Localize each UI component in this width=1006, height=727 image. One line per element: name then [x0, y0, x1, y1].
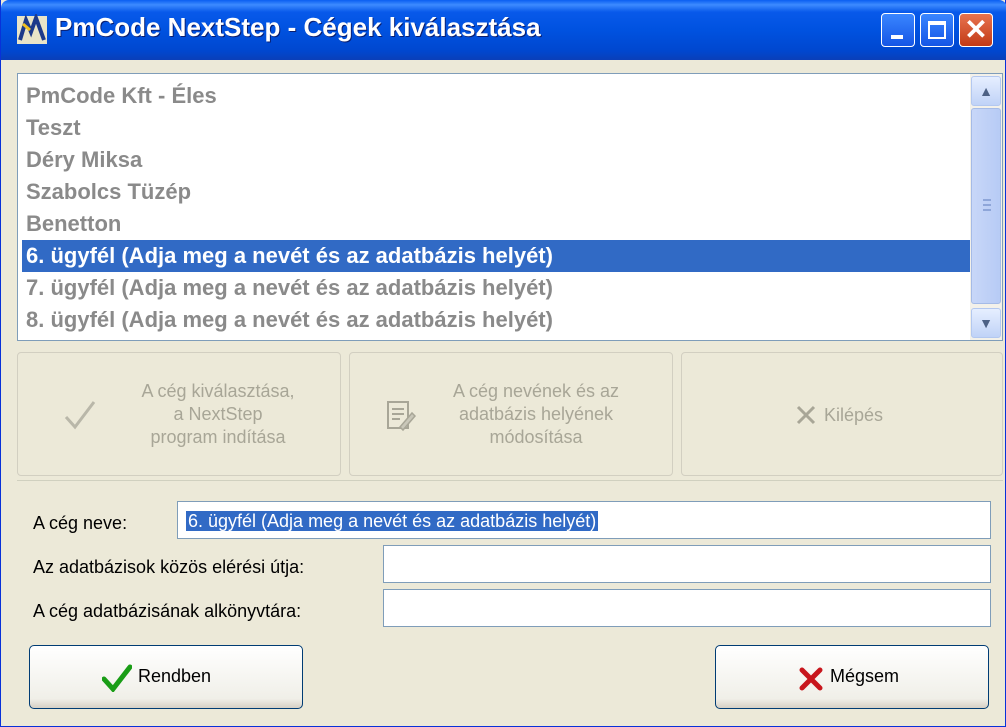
list-item-company-8[interactable]: 8. ügyfél (Adja meg a nevét és az adatbá…	[26, 304, 553, 336]
scroll-up-button[interactable]: ▲	[971, 76, 1001, 106]
list-item-company-5[interactable]: Benetton	[26, 208, 121, 240]
minimize-button[interactable]	[881, 13, 915, 47]
green-check-icon	[102, 664, 132, 692]
modify-action-line-1: A cég nevének és az	[452, 381, 620, 401]
list-item-company-1[interactable]: PmCode Kft - Éles	[26, 80, 217, 112]
company-name-label: A cég neve:	[33, 513, 128, 533]
company-name-input[interactable]: 6. ügyfél (Adja meg a nevét és az adatbá…	[177, 501, 991, 539]
grip-icon	[983, 199, 991, 211]
maximize-icon	[928, 21, 946, 39]
chevron-down-icon: ▼	[979, 315, 993, 331]
modify-company-button[interactable]: A cég nevének és az adatbázis helyének m…	[349, 352, 673, 476]
minimize-icon	[891, 35, 903, 39]
nextstep-app-icon	[17, 14, 47, 44]
red-x-icon	[799, 667, 823, 691]
cancel-button[interactable]: Mégsem	[715, 645, 989, 709]
select-action-line-1: A cég kiválasztása,	[141, 381, 295, 401]
modify-action-line-3: módosítása	[489, 427, 583, 447]
db-subdir-label: A cég adatbázisának alkönyvtára:	[33, 601, 302, 621]
close-button[interactable]: ✕	[959, 13, 993, 47]
ok-button[interactable]: Rendben	[29, 645, 303, 709]
list-item-company-7[interactable]: 7. ügyfél (Adja meg a nevét és az adatbá…	[26, 272, 553, 304]
list-item-company-2[interactable]: Teszt	[26, 112, 81, 144]
select-action-line-3: program indítása	[150, 427, 286, 447]
scroll-thumb[interactable]	[971, 108, 1001, 304]
cancel-label: Mégsem	[830, 666, 900, 686]
exit-label: Kilépés	[824, 405, 884, 425]
dialog-window: PmCode NextStep - Cégek kiválasztása ✕ P…	[0, 0, 1006, 727]
list-item-company-4[interactable]: Szabolcs Tüzép	[26, 176, 191, 208]
select-action-line-2: a NextStep	[173, 404, 263, 424]
scroll-down-button[interactable]: ▼	[971, 308, 1001, 338]
select-company-button[interactable]: A cég kiválasztása, a NextStep program i…	[17, 352, 341, 476]
company-list[interactable]: PmCode Kft - Éles Teszt Déry Miksa Szabo…	[17, 73, 1003, 341]
close-icon: ✕	[964, 14, 988, 45]
ok-label: Rendben	[138, 666, 212, 686]
list-item-company-6[interactable]: 6. ügyfél (Adja meg a nevét és az adatbá…	[22, 240, 970, 272]
db-path-label: Az adatbázisok közös elérési útja:	[33, 557, 305, 577]
x-icon	[796, 405, 816, 425]
db-subdir-input[interactable]	[383, 589, 991, 627]
exit-button[interactable]: Kilépés	[681, 352, 1003, 476]
company-name-value: 6. ügyfél (Adja meg a nevét és az adatbá…	[186, 511, 599, 531]
window-title: PmCode NextStep - Cégek kiválasztása	[55, 12, 541, 42]
maximize-button[interactable]	[920, 13, 954, 47]
list-scrollbar[interactable]: ▲ ▼	[970, 74, 1002, 340]
edit-document-icon	[387, 401, 416, 432]
title-bar[interactable]: PmCode NextStep - Cégek kiválasztása ✕	[1, 0, 1006, 60]
checkmark-icon	[64, 401, 96, 430]
chevron-up-icon: ▲	[979, 83, 993, 99]
list-item-company-3[interactable]: Déry Miksa	[26, 144, 142, 176]
db-path-input[interactable]	[383, 545, 991, 583]
modify-action-line-2: adatbázis helyének	[458, 404, 614, 424]
